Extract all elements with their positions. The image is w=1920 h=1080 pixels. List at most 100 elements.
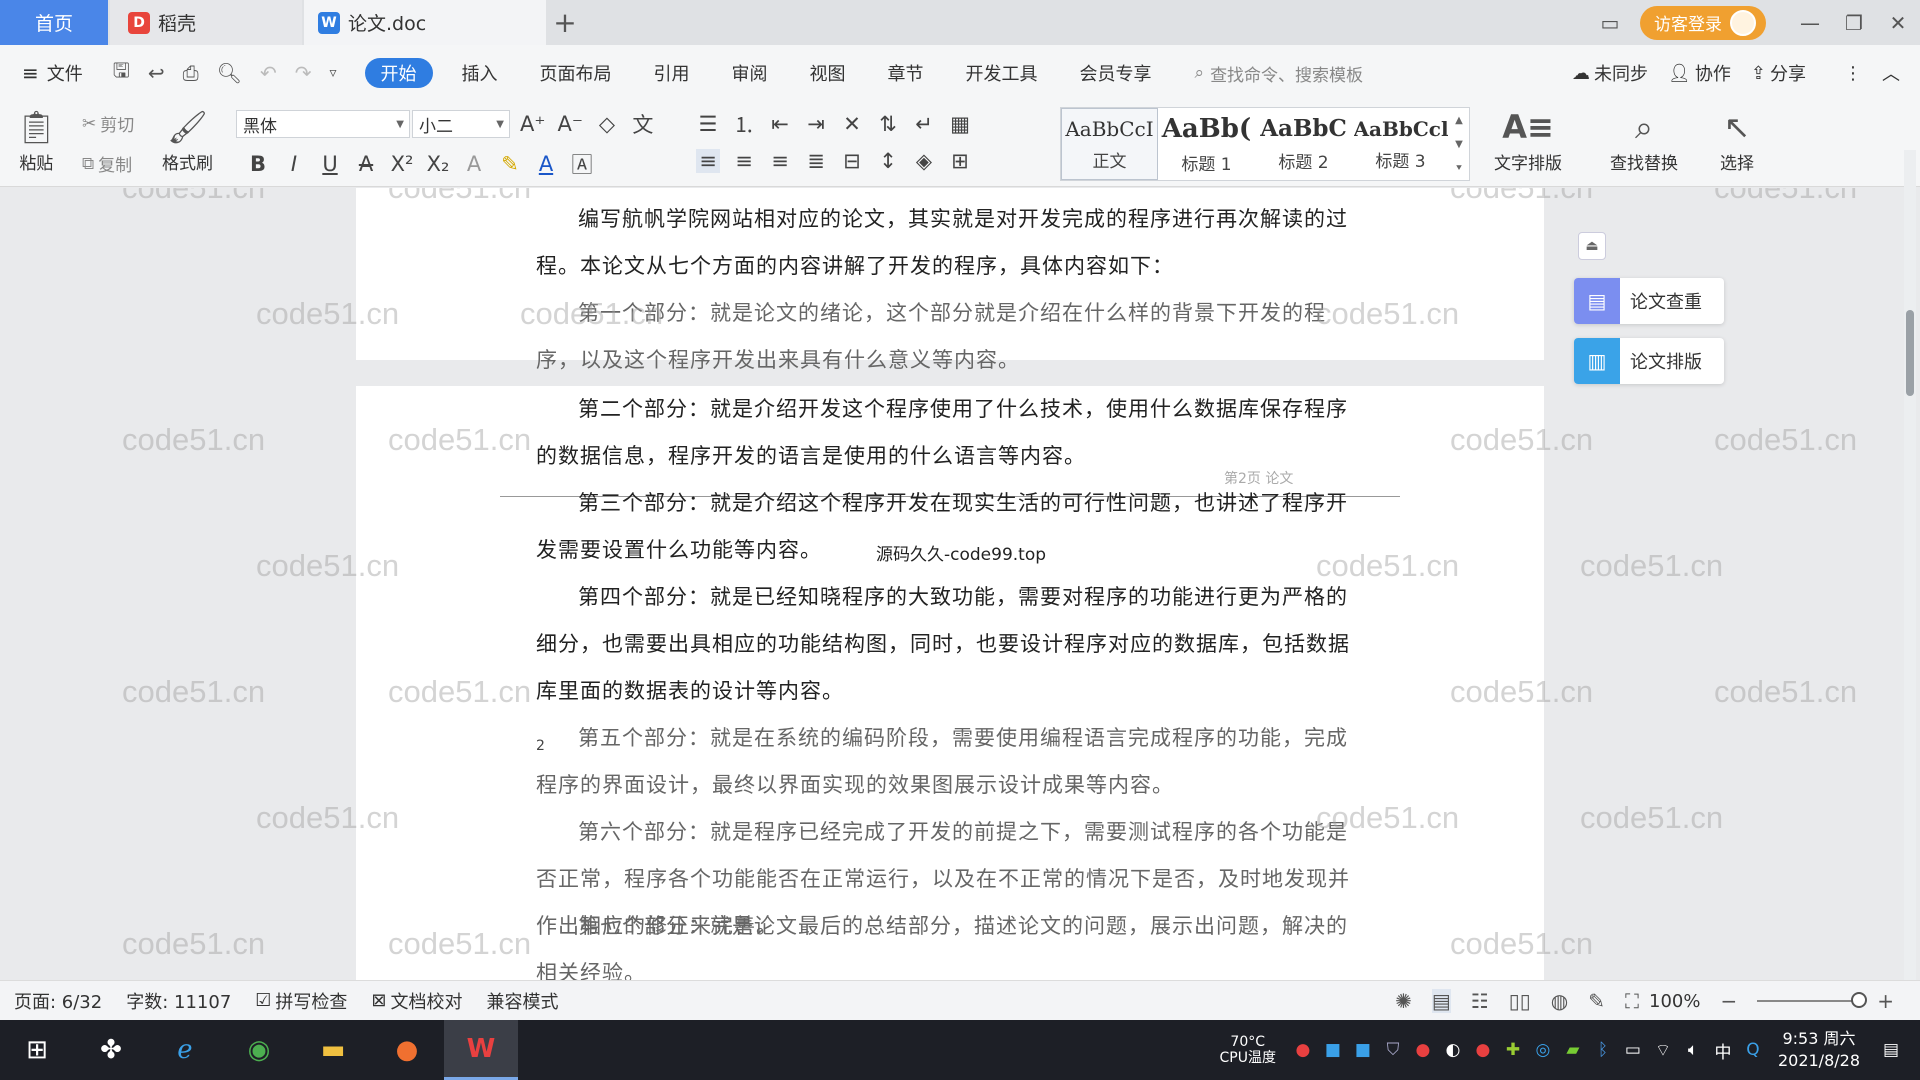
format-painter-button[interactable]: 🖌︎ 格式刷 bbox=[162, 105, 213, 174]
styles-scroll[interactable]: ▲ ▼ ⯆ bbox=[1449, 108, 1469, 180]
zoom-in-icon[interactable]: + bbox=[1877, 989, 1894, 1013]
tray-app-icon[interactable]: ● bbox=[1288, 1040, 1318, 1060]
print-preview-icon[interactable]: 🔍︎ bbox=[217, 61, 242, 85]
clear-format-icon[interactable]: ◇ bbox=[595, 112, 619, 136]
paragraph[interactable]: 编写航帆学院网站相对应的论文，其实就是对开发完成的程序进行再次解读的过程。本论文… bbox=[536, 196, 1366, 290]
paragraph[interactable]: 第五个部分：就是在系统的编码阶段，需要使用编程语言完成程序的功能，完成程序的界面… bbox=[536, 715, 1366, 809]
chevron-up-icon[interactable]: ▲ bbox=[1455, 115, 1463, 126]
tray-app-icon[interactable]: ● bbox=[1408, 1040, 1438, 1060]
tab-review[interactable]: 审阅 bbox=[711, 58, 789, 88]
web-view-icon[interactable]: ◍ bbox=[1551, 989, 1568, 1013]
align-left-icon[interactable]: ≡ bbox=[696, 149, 720, 173]
command-search[interactable]: ⌕ 查找命令、搜索模板 bbox=[1195, 61, 1364, 86]
scrollbar-thumb[interactable] bbox=[1906, 310, 1914, 396]
tab-document[interactable]: W 论文.doc bbox=[304, 0, 546, 45]
tab-references[interactable]: 引用 bbox=[633, 58, 711, 88]
ime-indicator[interactable]: 中 bbox=[1708, 1038, 1738, 1063]
chevron-down-icon[interactable]: ▼ bbox=[1455, 139, 1463, 150]
style-heading-3[interactable]: AaBbCcl 标题 3 bbox=[1352, 108, 1449, 180]
volume-icon[interactable]: 🔈︎ bbox=[1678, 1040, 1708, 1060]
sort-icon[interactable]: ⇅ bbox=[876, 112, 900, 136]
redo-icon[interactable]: ↷ bbox=[295, 61, 312, 85]
layout-toggle-icon[interactable]: ▭ bbox=[1588, 0, 1632, 45]
bullet-list-icon[interactable]: ☰ bbox=[696, 112, 720, 136]
font-size-select[interactable]: 小二 ▼ bbox=[412, 110, 510, 138]
text-layout-button[interactable]: A≡ 文字排版 bbox=[1494, 105, 1562, 174]
sync-button[interactable]: ☁ 未同步 bbox=[1572, 60, 1648, 86]
superscript-icon[interactable]: X² bbox=[390, 152, 414, 176]
increase-indent-icon[interactable]: ⇥ bbox=[804, 112, 828, 136]
read-view-icon[interactable]: ▯▯ bbox=[1509, 989, 1531, 1013]
table-tools-icon[interactable]: ▦ bbox=[948, 112, 972, 136]
copy-button[interactable]: ⧉ 复制 bbox=[82, 151, 132, 177]
distribute-icon[interactable]: ⊟ bbox=[840, 149, 864, 173]
media-app-icon[interactable]: ● bbox=[370, 1020, 444, 1080]
page-current[interactable]: 第二个部分：就是介绍开发这个程序使用了什么技术，使用什么数据库保存程序的数据信息… bbox=[356, 386, 1544, 980]
nvidia-icon[interactable]: ▰ bbox=[1558, 1040, 1588, 1060]
login-button[interactable]: 访客登录 bbox=[1640, 5, 1766, 40]
page-indicator[interactable]: 页面: 6/32 bbox=[14, 988, 102, 1014]
tray-app-icon[interactable]: ◎ bbox=[1528, 1040, 1558, 1060]
tray-app-icon[interactable]: ✚ bbox=[1498, 1040, 1528, 1060]
paragraph[interactable]: 第四个部分：就是已经知晓程序的大致功能，需要对程序的功能进行更为严格的细分，也需… bbox=[536, 574, 1366, 715]
decrease-indent-icon[interactable]: ⇤ bbox=[768, 112, 792, 136]
page-view-icon[interactable]: ▤ bbox=[1431, 989, 1451, 1013]
justify-icon[interactable]: ≣ bbox=[804, 149, 828, 173]
zoom-slider-knob[interactable] bbox=[1851, 992, 1868, 1008]
cut-button[interactable]: ✂ 剪切 bbox=[82, 111, 134, 137]
tab-member[interactable]: 会员专享 bbox=[1059, 58, 1173, 88]
input-method-icon[interactable]: Q bbox=[1738, 1040, 1768, 1060]
internet-explorer-icon[interactable]: ℯ bbox=[148, 1020, 222, 1080]
text-effect-icon[interactable]: A bbox=[462, 152, 486, 176]
bluetooth-icon[interactable]: ᛒ bbox=[1588, 1040, 1618, 1060]
spell-check-button[interactable]: ☑ 拼写检查 bbox=[255, 988, 347, 1014]
customize-dropdown-icon[interactable]: ▿ bbox=[330, 65, 337, 81]
paper-check-button[interactable]: ▤ 论文查重 bbox=[1574, 278, 1724, 324]
notification-icon[interactable]: ▤ bbox=[1876, 1040, 1906, 1060]
bold-icon[interactable]: B bbox=[246, 152, 270, 176]
expand-icon[interactable]: ⯆ bbox=[1455, 163, 1463, 174]
clock[interactable]: 9:53 周六 2021/8/28 bbox=[1778, 1028, 1860, 1072]
tab-home[interactable]: 首页 bbox=[0, 0, 108, 45]
shield-icon[interactable]: ⛉ bbox=[1378, 1040, 1408, 1060]
numbered-list-icon[interactable]: ⒈ bbox=[732, 109, 756, 139]
tray-app-icon[interactable]: ■ bbox=[1348, 1040, 1378, 1060]
chinese-layout-icon[interactable]: ✕ bbox=[840, 112, 864, 136]
shading-icon[interactable]: ◈ bbox=[912, 149, 936, 173]
highlight-icon[interactable]: ✎ bbox=[498, 152, 522, 176]
collapse-ribbon-icon[interactable]: ︿ bbox=[1882, 60, 1900, 86]
zoom-slider[interactable] bbox=[1757, 992, 1868, 1008]
proofread-button[interactable]: ⊠ 文档校对 bbox=[371, 988, 462, 1014]
tab-insert[interactable]: 插入 bbox=[441, 58, 519, 88]
battery-icon[interactable]: ▭ bbox=[1618, 1040, 1648, 1060]
outline-view-icon[interactable]: ☷ bbox=[1471, 989, 1489, 1013]
close-button[interactable]: ✕ bbox=[1876, 0, 1920, 45]
font-family-select[interactable]: 黑体 ▼ bbox=[236, 110, 410, 138]
paper-layout-button[interactable]: ▥ 论文排版 bbox=[1574, 338, 1724, 384]
word-count[interactable]: 字数: 11107 bbox=[126, 988, 231, 1014]
underline-icon[interactable]: U bbox=[318, 152, 342, 176]
wifi-icon[interactable]: ⌔ bbox=[1648, 1040, 1678, 1061]
page-previous[interactable]: 编写航帆学院网站相对应的论文，其实就是对开发完成的程序进行再次解读的过程。本论文… bbox=[356, 188, 1544, 372]
font-color-icon[interactable]: A bbox=[534, 152, 558, 176]
borders-icon[interactable]: ⊞ bbox=[948, 149, 972, 173]
collab-button[interactable]: 👤︎ 协作 bbox=[1668, 60, 1731, 86]
grow-font-icon[interactable]: A⁺ bbox=[520, 112, 545, 136]
find-replace-button[interactable]: ⌕ 查找替换 bbox=[1610, 105, 1678, 175]
restore-button[interactable]: ❐ bbox=[1832, 0, 1876, 45]
qq-icon[interactable]: ◐ bbox=[1438, 1040, 1468, 1060]
undo-icon[interactable]: ↶ bbox=[260, 61, 277, 85]
style-normal[interactable]: AaBbCcI 正文 bbox=[1061, 108, 1158, 180]
minimize-button[interactable]: — bbox=[1788, 0, 1832, 45]
paragraph[interactable]: 第七个部分：就是论文最后的总结部分，描述论文的问题，展示出问题，解决的相关经验。 bbox=[536, 903, 1366, 980]
pen-icon[interactable]: ✎ bbox=[1588, 989, 1605, 1013]
wps-writer-icon[interactable]: W bbox=[444, 1020, 518, 1080]
tab-start[interactable]: 开始 bbox=[364, 58, 433, 88]
select-button[interactable]: ↖ 选择 bbox=[1720, 105, 1754, 174]
tab-daoke[interactable]: D 稻壳 bbox=[110, 0, 302, 45]
paragraph[interactable]: 第二个部分：就是介绍开发这个程序使用了什么技术，使用什么数据库保存程序的数据信息… bbox=[536, 386, 1366, 480]
style-heading-1[interactable]: AaBb( 标题 1 bbox=[1158, 108, 1255, 180]
strikethrough-icon[interactable]: A bbox=[354, 152, 378, 176]
paragraph[interactable]: 第一个部分：就是论文的绪论，这个部分就是介绍在什么样的背景下开发的程序，以及这个… bbox=[536, 290, 1366, 384]
browser-icon[interactable]: ◉ bbox=[222, 1020, 296, 1080]
